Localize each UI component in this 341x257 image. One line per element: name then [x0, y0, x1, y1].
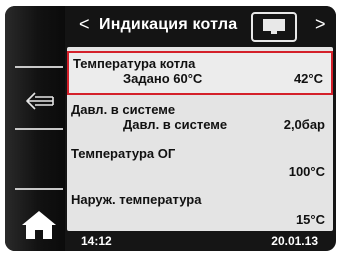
back-arrow-icon	[26, 92, 54, 110]
list-item-flue-gas-temp[interactable]: Температура ОГ 100°C	[67, 142, 333, 182]
page-title: Индикация котла	[99, 16, 238, 33]
item-sublabel: Задано 60°C	[123, 71, 203, 86]
list-item-boiler-temp[interactable]: Температура котла Задано 60°C 42°C	[67, 51, 333, 95]
item-label: Температура котла	[73, 56, 196, 71]
prev-page-button[interactable]: <	[79, 14, 90, 35]
item-value: 100°C	[288, 164, 325, 179]
device-screen: < Индикация котла > Температура котла За…	[5, 6, 336, 251]
item-value: 15°C	[295, 212, 325, 227]
nav-divider	[15, 128, 63, 130]
side-navigation	[5, 6, 65, 251]
home-button[interactable]	[19, 206, 59, 244]
back-button[interactable]	[23, 88, 57, 114]
item-label: Наруж. температура	[71, 192, 202, 207]
list-item-outdoor-temp[interactable]: Наруж. температура 15°C	[67, 187, 333, 227]
nav-divider	[15, 188, 63, 190]
next-page-button[interactable]: >	[315, 14, 326, 35]
item-label: Температура ОГ	[71, 146, 176, 161]
clock-time: 14:12	[81, 234, 112, 248]
status-bar: 14:12 20.01.13	[65, 231, 336, 251]
monitor-button[interactable]	[251, 12, 297, 42]
monitor-icon	[263, 19, 285, 34]
header-bar: < Индикация котла >	[65, 6, 336, 46]
item-value: 2,0бар	[283, 117, 325, 132]
item-label: Давл. в системе	[71, 102, 176, 117]
clock-date: 20.01.13	[271, 234, 318, 248]
item-sublabel: Давл. в системе	[123, 117, 228, 132]
item-value: 42°C	[293, 71, 323, 86]
list-item-system-pressure[interactable]: Давл. в системе Давл. в системе 2,0бар	[67, 97, 333, 137]
info-list: Температура котла Задано 60°C 42°C Давл.…	[67, 47, 333, 231]
nav-divider	[15, 66, 63, 68]
home-icon	[22, 211, 56, 239]
